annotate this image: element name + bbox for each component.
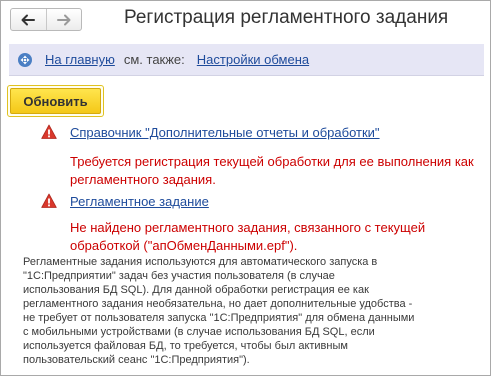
info-line: не требует от пользователя запуска "1С:П… <box>23 312 415 324</box>
info-line: использования БД SQL). Для данной обрабо… <box>23 284 369 296</box>
window: Регистрация регламентного задания На гла… <box>0 0 491 376</box>
see-also-label: см. также: <box>123 52 185 67</box>
error-line: обработкой ("апОбменДанными.epf"). <box>70 238 298 253</box>
error-message: Требуется регистрация текущей обработки … <box>70 153 474 189</box>
warning-icon <box>41 124 57 139</box>
home-link[interactable]: На главную <box>45 52 115 67</box>
title-bar: Регистрация регламентного задания <box>1 1 490 37</box>
error-line: Не найдено регламентного задания, связан… <box>70 220 426 235</box>
info-line: регламентного задания необязательна, но … <box>23 298 413 310</box>
additional-reports-link[interactable]: Справочник "Дополнительные отчеты и обра… <box>70 125 380 140</box>
info-text: Регламентные задания используются для ав… <box>23 255 463 367</box>
error-line: Требуется регистрация текущей обработки … <box>70 154 474 169</box>
info-line: "1С:Предприятии" задач без участия польз… <box>23 270 335 282</box>
forward-button[interactable] <box>45 9 82 30</box>
info-line: пользовательский сеанс "1С:Предприятия")… <box>23 354 250 366</box>
refresh-button[interactable]: Обновить <box>10 88 101 114</box>
info-line: используется файловая БД, то требуется, … <box>23 340 348 352</box>
page-title: Регистрация регламентного задания <box>124 7 449 28</box>
info-line: Регламентные задания используются для ав… <box>23 256 378 268</box>
navigation-buttons <box>10 8 82 31</box>
warning-icon <box>41 193 57 208</box>
error-line: регламентного задания. <box>70 172 216 187</box>
navigation-panel: На главную см. также: Настройки обмена <box>9 44 484 76</box>
exchange-settings-link[interactable]: Настройки обмена <box>197 52 309 67</box>
error-message: Не найдено регламентного задания, связан… <box>70 219 425 255</box>
arrow-right-icon <box>56 14 71 25</box>
arrow-left-icon <box>21 14 36 25</box>
back-button[interactable] <box>11 9 46 30</box>
scheduled-job-link[interactable]: Регламентное задание <box>70 194 209 209</box>
navigation-icon <box>17 52 33 68</box>
refresh-button-focus: Обновить <box>7 85 104 117</box>
info-line: с мобильными устройствами (в случае испо… <box>23 326 375 338</box>
